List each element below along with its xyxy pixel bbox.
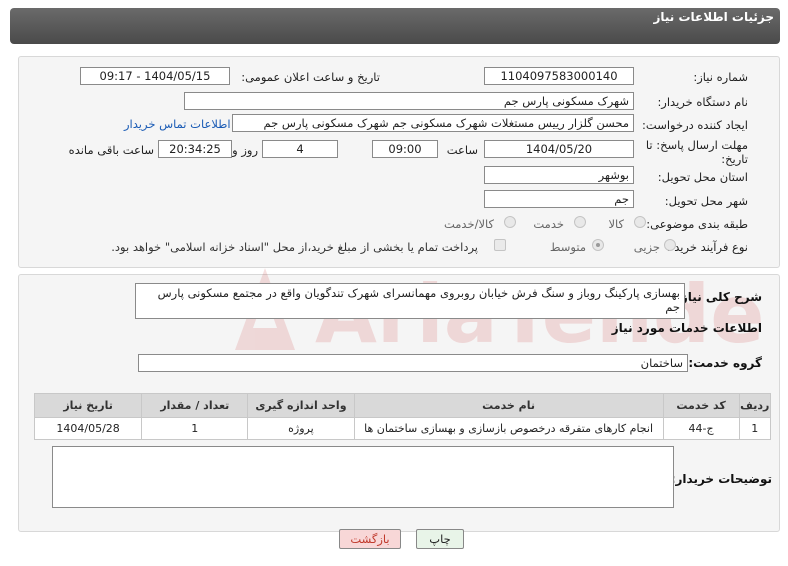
cell-quantity: 1 (141, 417, 249, 440)
buyer-notes-label: توضیحات خریدار: (670, 472, 772, 486)
announce-datetime-label: تاریخ و ساعت اعلان عمومی: (241, 70, 380, 84)
cell-need-date: 1404/05/28 (33, 417, 143, 440)
requester-label: ایجاد کننده درخواست: (642, 118, 748, 132)
col-header-need-date: تاریخ نیاز (33, 393, 143, 418)
days-and-label: روز و (232, 143, 258, 157)
deadline-label-line2: تاریخ: (721, 152, 748, 166)
general-desc-label: شرح کلی نیاز: (676, 290, 762, 304)
deadline-label-line1: مهلت ارسال پاسخ: تا (645, 138, 748, 152)
page-title: جزئیات اطلاعات نیاز (653, 10, 774, 24)
back-button[interactable]: بازگشت (339, 529, 401, 549)
city-field[interactable]: جم (484, 190, 634, 208)
services-info-heading: اطلاعات خدمات مورد نیاز (611, 321, 762, 335)
need-number-field[interactable]: 1104097583000140 (484, 67, 634, 85)
announce-datetime-field[interactable]: 1404/05/15 - 09:17 (80, 67, 230, 85)
remaining-time-field[interactable]: 20:34:25 (158, 140, 232, 158)
cell-row-num: 1 (738, 417, 772, 440)
requester-field[interactable]: محسن گلزار رییس مستغلات شهرک مسکونی جم ش… (232, 114, 634, 132)
service-group-label: گروه خدمت: (688, 356, 762, 370)
services-table: ردیف کد خدمت نام خدمت واحد اندازه گیری ت… (33, 393, 772, 440)
deadline-time-label: ساعت (446, 143, 478, 157)
category-radio-service[interactable] (574, 216, 586, 228)
category-label: طبقه بندی موضوعی: (646, 217, 748, 231)
category-radio-goods[interactable] (634, 216, 646, 228)
service-group-field[interactable]: ساختمان (138, 354, 688, 372)
category-option-goods: کالا (608, 217, 624, 231)
category-option-service: خدمت (533, 217, 564, 231)
category-option-goods-service: کالا/خدمت (443, 217, 494, 231)
print-button[interactable]: چاپ (416, 529, 464, 549)
col-header-service-name: نام خدمت (353, 393, 664, 418)
buyer-notes-textarea[interactable] (52, 446, 674, 508)
buyer-contact-link[interactable]: اطلاعات تماس خریدار (124, 117, 231, 131)
remaining-label: ساعت باقی مانده (68, 143, 154, 157)
col-header-unit: واحد اندازه گیری (247, 393, 355, 418)
col-header-quantity: تعداد / مقدار (141, 393, 249, 418)
cell-service-code: ج-44 (662, 417, 740, 440)
province-field[interactable]: بوشهر (484, 166, 634, 184)
category-radio-goods-service[interactable] (504, 216, 516, 228)
buyer-org-field[interactable]: شهرک مسکونی پارس جم (184, 92, 634, 110)
province-label: استان محل تحویل: (657, 170, 748, 184)
buyer-org-label: نام دستگاه خریدار: (657, 95, 748, 109)
deadline-time-field[interactable]: 09:00 (372, 140, 438, 158)
city-label: شهر محل تحویل: (664, 194, 748, 208)
col-header-row-num: ردیف (738, 393, 772, 418)
table-row: 1 ج-44 انجام کارهای متفرقه درخصوص بازساز… (33, 417, 772, 440)
general-desc-textarea[interactable]: بهسازی پارکینگ روباز و سنگ فرش خیابان رو… (135, 283, 685, 319)
days-field[interactable]: 4 (262, 140, 338, 158)
cell-service-name: انجام کارهای متفرقه درخصوص بازسازی و بهس… (353, 417, 664, 440)
deadline-date-field[interactable]: 1404/05/20 (484, 140, 634, 158)
table-header-row: ردیف کد خدمت نام خدمت واحد اندازه گیری ت… (33, 393, 772, 418)
col-header-service-code: کد خدمت (662, 393, 740, 418)
cell-unit: پروژه (247, 417, 355, 440)
need-number-label: شماره نیاز: (693, 70, 748, 84)
need-info-panel (18, 56, 780, 268)
